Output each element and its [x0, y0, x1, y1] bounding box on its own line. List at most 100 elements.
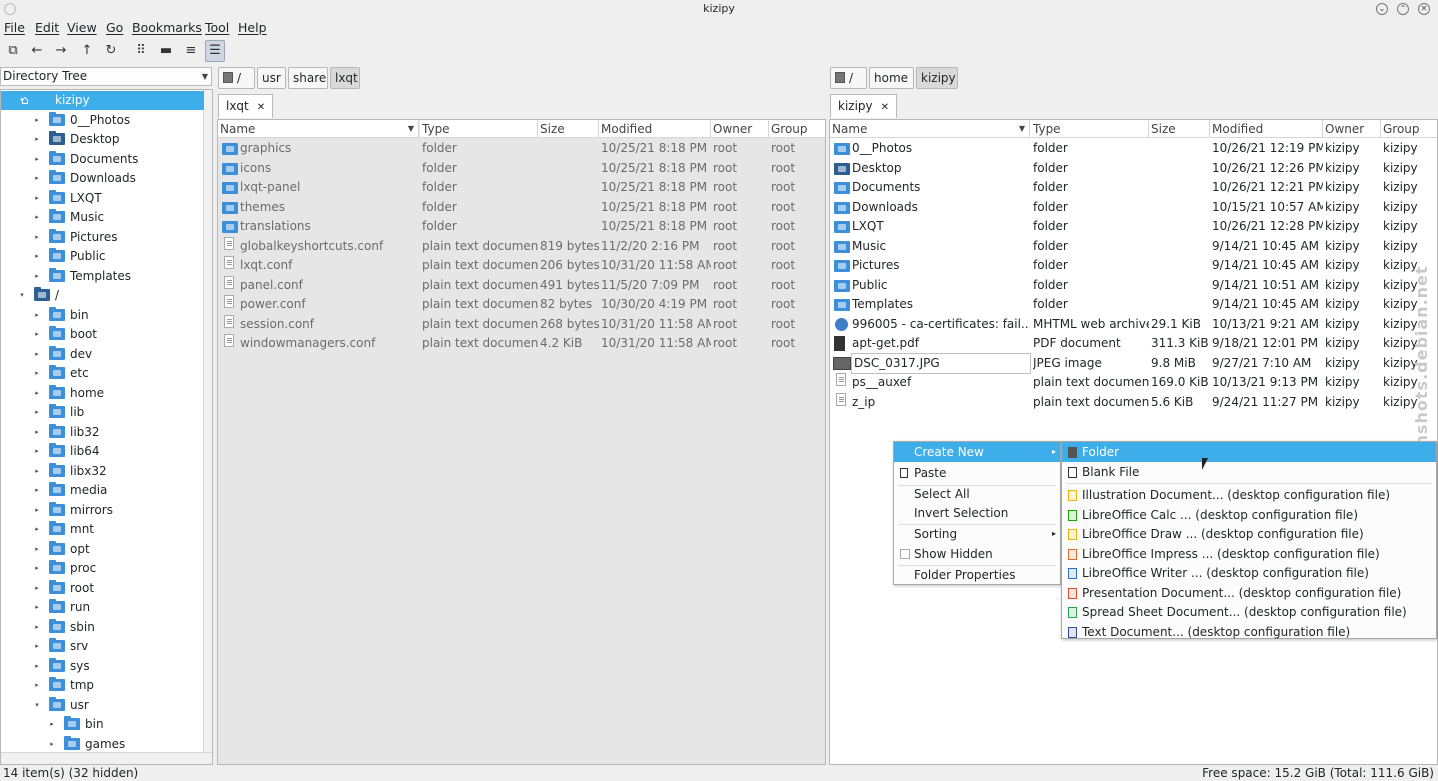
tree-item-dev[interactable]: ▸ dev	[1, 345, 204, 364]
file-row[interactable]: Downloads folder 10/15/21 10:57 AM kizipy ki…	[830, 198, 1430, 217]
tree-item-music[interactable]: ▸ Music	[1, 208, 204, 227]
expand-arrow-icon[interactable]: ▸	[32, 364, 42, 383]
column-header-type[interactable]: Type	[420, 120, 538, 138]
expand-arrow-icon[interactable]: ▸	[32, 169, 42, 188]
file-row[interactable]: Music folder 9/14/21 10:45 AM kizipy kizipy	[830, 237, 1430, 256]
expand-arrow-icon[interactable]: ▸	[47, 735, 57, 754]
tree-item-usr[interactable]: ▾ usr	[1, 696, 204, 715]
breadcrumb-root[interactable]: /	[218, 67, 255, 89]
expand-arrow-icon[interactable]: ▸	[32, 540, 42, 559]
detailed-view-icon[interactable]: ☰	[205, 40, 225, 62]
file-row[interactable]: session.conf plain text document 268 bytes…	[218, 314, 818, 334]
tree-item-0-photos[interactable]: ▸ 0__Photos	[1, 111, 204, 130]
file-row[interactable]: windowmanagers.conf plain text document 4.…	[218, 334, 818, 353]
tree-item-run[interactable]: ▸ run	[1, 598, 204, 617]
tree-item-documents[interactable]: ▸ Documents	[1, 150, 204, 169]
tree-item-bin[interactable]: ▸ bin	[1, 306, 204, 325]
tree-item-pictures[interactable]: ▸ Pictures	[1, 228, 204, 247]
up-icon[interactable]: ↑	[77, 40, 97, 62]
expand-arrow-icon[interactable]: ▸	[32, 306, 42, 325]
tree-item-tmp[interactable]: ▸ tmp	[1, 676, 204, 695]
tree-item-libx32[interactable]: ▸ libx32	[1, 462, 204, 481]
column-header-name[interactable]: Name ▼	[830, 120, 1030, 138]
submenu-item-blank-file[interactable]: Blank File	[1062, 462, 1436, 482]
tree-item-media[interactable]: ▸ media	[1, 481, 204, 500]
reload-icon[interactable]: ↻	[101, 40, 121, 62]
submenu-item-libreoffice-writer-desktop-con[interactable]: LibreOffice Writer ... (desktop configur…	[1062, 563, 1436, 583]
tree-item-public[interactable]: ▸ Public	[1, 247, 204, 266]
file-row[interactable]: translations folder 10/25/21 8:18 PM root ro…	[218, 217, 818, 236]
file-row[interactable]: Desktop folder 10/26/21 12:26 PM kizipy kizi…	[830, 159, 1430, 178]
column-header-modified[interactable]: Modified	[1210, 120, 1323, 138]
tree-item-lib64[interactable]: ▸ lib64	[1, 442, 204, 461]
tab-close-icon[interactable]: ✕	[881, 102, 889, 113]
expand-arrow-icon[interactable]: ▸	[32, 637, 42, 656]
submenu-item-presentation-document-desktop-[interactable]: Presentation Document... (desktop config…	[1062, 583, 1436, 603]
expand-arrow-icon[interactable]: ▸	[32, 228, 42, 247]
tree-item-etc[interactable]: ▸ etc	[1, 364, 204, 383]
file-row[interactable]: LXQT folder 10/26/21 12:28 PM kizipy kizipy	[830, 217, 1430, 236]
expand-arrow-icon[interactable]: ▸	[32, 579, 42, 598]
breadcrumb-kizipy[interactable]: kizipy	[916, 67, 958, 89]
submenu-item-libreoffice-impress-desktop-co[interactable]: LibreOffice Impress ... (desktop configu…	[1062, 544, 1436, 564]
file-row[interactable]: power.conf plain text document 82 bytes 10/…	[218, 295, 818, 314]
expand-arrow-icon[interactable]: ▸	[32, 403, 42, 422]
menu-item-create-new[interactable]: Create New ▸	[894, 442, 1060, 462]
menu-bookmarks[interactable]: Bookmarks	[132, 20, 202, 35]
menu-item-sorting[interactable]: Sorting ▸	[894, 524, 1060, 544]
tree-item-opt[interactable]: ▸ opt	[1, 540, 204, 559]
tree-item-downloads[interactable]: ▸ Downloads	[1, 169, 204, 188]
submenu-item-spread-sheet-document-desktop-[interactable]: Spread Sheet Document... (desktop config…	[1062, 602, 1436, 622]
expand-arrow-icon[interactable]: ▸	[32, 208, 42, 227]
file-row[interactable]: lxqt-panel folder 10/25/21 8:18 PM root root	[218, 178, 818, 197]
menu-item-select-all[interactable]: Select All	[894, 484, 1060, 504]
show-hidden-checkbox[interactable]	[900, 549, 910, 559]
column-header-size[interactable]: Size	[538, 120, 599, 138]
tree-item-mirrors[interactable]: ▸ mirrors	[1, 501, 204, 520]
file-row[interactable]: graphics folder 10/25/21 8:18 PM root root	[218, 139, 818, 158]
file-row[interactable]: apt-get.pdf PDF document 311.3 KiB 9/18/21 …	[830, 334, 1430, 353]
breadcrumb-root[interactable]: /	[830, 67, 867, 89]
file-row[interactable]: DSC_0317.JPG JPEG image 9.8 MiB 9/27/21 7:1…	[830, 352, 1430, 374]
tree-item-root[interactable]: ▾ /	[1, 286, 204, 305]
expand-arrow-icon[interactable]: ▸	[32, 598, 42, 617]
expand-arrow-icon[interactable]: ▸	[32, 247, 42, 266]
icon-view-icon[interactable]: ⠿	[131, 40, 151, 62]
expand-arrow-icon[interactable]: ▸	[32, 520, 42, 539]
tree-item-games[interactable]: ▸ games	[1, 735, 204, 754]
tree-item-srv[interactable]: ▸ srv	[1, 637, 204, 656]
menu-item-invert-selection[interactable]: Invert Selection	[894, 503, 1060, 523]
tree-item-boot[interactable]: ▸ boot	[1, 325, 204, 344]
submenu-item-libreoffice-draw-desktop-confi[interactable]: LibreOffice Draw ... (desktop configurat…	[1062, 524, 1436, 544]
maximize-icon[interactable]: ⌃	[1397, 3, 1409, 15]
column-header-size[interactable]: Size	[1149, 120, 1210, 138]
column-header-group[interactable]: Group	[1381, 120, 1437, 138]
file-row[interactable]: icons folder 10/25/21 8:18 PM root root	[218, 159, 818, 178]
tree-item-templates[interactable]: ▸ Templates	[1, 267, 204, 286]
file-row[interactable]: 0__Photos folder 10/26/21 12:19 PM kizipy ki…	[830, 139, 1430, 158]
tree-item-lib[interactable]: ▸ lib	[1, 403, 204, 422]
expand-arrow-icon[interactable]: ▸	[32, 501, 42, 520]
file-row[interactable]: z_ip plain text document 5.6 KiB 9/24/21 11…	[830, 392, 1430, 412]
minimize-icon[interactable]: ⌄	[1376, 3, 1388, 15]
menu-edit[interactable]: Edit	[35, 20, 59, 35]
expand-arrow-icon[interactable]: ▸	[32, 423, 42, 442]
expand-arrow-icon[interactable]: ▸	[47, 715, 57, 734]
menu-item-show-hidden[interactable]: Show Hidden	[894, 544, 1060, 564]
column-header-owner[interactable]: Owner	[1323, 120, 1381, 138]
tree-item-sys[interactable]: ▸ sys	[1, 657, 204, 676]
compact-view-icon[interactable]: ≡	[181, 40, 201, 62]
expand-arrow-icon[interactable]: ▾	[32, 696, 42, 715]
tree-item-desktop[interactable]: ▸ Desktop	[1, 130, 204, 149]
side-pane-mode-select[interactable]: Directory Tree ▼	[0, 67, 212, 86]
tree-item-proc[interactable]: ▸ proc	[1, 559, 204, 578]
menu-go[interactable]: Go	[106, 20, 123, 35]
tree-item-lib32[interactable]: ▸ lib32	[1, 423, 204, 442]
tree-item-bin[interactable]: ▸ bin	[1, 715, 204, 734]
menu-item-paste[interactable]: Paste	[894, 463, 1060, 483]
tree-scrollbar[interactable]	[203, 90, 212, 752]
expand-arrow-icon[interactable]: ▸	[32, 442, 42, 461]
new-window-icon[interactable]: ⧉	[3, 40, 23, 62]
breadcrumb-home[interactable]: home	[869, 67, 914, 89]
expand-arrow-icon[interactable]: ▾	[17, 286, 27, 305]
